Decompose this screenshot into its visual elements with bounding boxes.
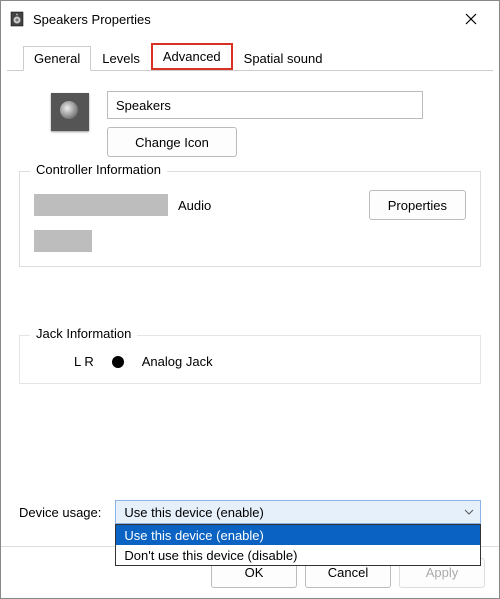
device-usage-combobox[interactable]: Use this device (enable)	[115, 500, 481, 524]
jack-type-label: Analog Jack	[142, 354, 213, 369]
tab-spatial-sound[interactable]: Spatial sound	[233, 46, 334, 70]
device-usage-label: Device usage:	[19, 505, 101, 520]
controller-detail-redacted	[34, 230, 92, 252]
window-title: Speakers Properties	[33, 12, 451, 27]
jack-color-dot-icon	[112, 356, 124, 368]
controller-name-redacted	[34, 194, 168, 216]
tab-advanced[interactable]: Advanced	[151, 43, 233, 70]
speaker-app-icon	[9, 11, 25, 27]
device-usage-option-disable[interactable]: Don't use this device (disable)	[116, 545, 480, 565]
jack-group-title: Jack Information	[30, 326, 137, 341]
device-header: Change Icon	[51, 91, 481, 157]
jack-information-group: Jack Information L R Analog Jack	[19, 335, 481, 384]
controller-properties-button[interactable]: Properties	[369, 190, 466, 220]
jack-lr-label: L R	[74, 354, 94, 369]
device-usage-option-enable[interactable]: Use this device (enable)	[116, 525, 480, 545]
tab-levels[interactable]: Levels	[91, 46, 151, 70]
device-usage-dropdown-list: Use this device (enable) Don't use this …	[115, 524, 481, 566]
close-button[interactable]	[451, 4, 491, 34]
controller-information-group: Controller Information Audio Properties	[19, 171, 481, 267]
tab-content-general: Change Icon Controller Information Audio…	[1, 71, 499, 546]
speaker-device-icon	[51, 93, 89, 131]
tab-strip: General Levels Advanced Spatial sound	[7, 37, 493, 71]
close-icon	[465, 13, 477, 25]
chevron-down-icon	[464, 505, 474, 520]
device-usage-selected: Use this device (enable)	[124, 505, 263, 520]
device-usage-row: Device usage: Use this device (enable) U…	[19, 500, 481, 524]
speakers-properties-window: Speakers Properties General Levels Advan…	[0, 0, 500, 599]
device-name-input[interactable]	[107, 91, 423, 119]
title-bar: Speakers Properties	[1, 1, 499, 37]
controller-group-title: Controller Information	[30, 162, 167, 177]
tab-general[interactable]: General	[23, 46, 91, 71]
change-icon-button[interactable]: Change Icon	[107, 127, 237, 157]
controller-vendor-suffix: Audio	[178, 198, 211, 213]
